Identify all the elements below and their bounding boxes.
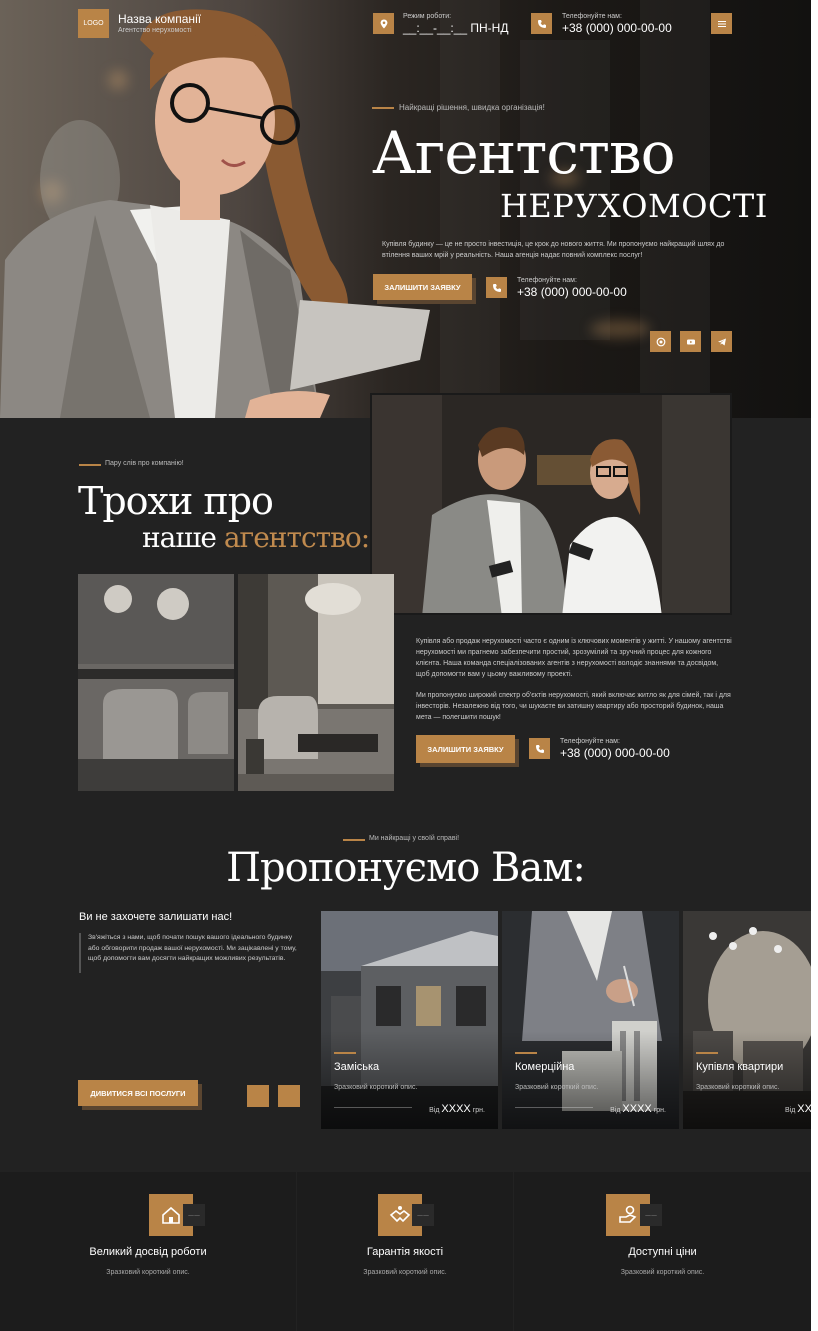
feature-badge: —— — [412, 1204, 434, 1226]
about-title-line2: наше агентство: — [142, 519, 370, 557]
card-accent-line — [696, 1052, 718, 1054]
feature-badge: —— — [183, 1204, 205, 1226]
about-title-white: наше — [142, 521, 224, 554]
services-title: Пропонуємо Вам: — [226, 845, 586, 891]
card-description: Зразковий короткий опис. — [515, 1084, 599, 1091]
slider-prev-button[interactable] — [247, 1085, 269, 1107]
hero-paragraph: Купівля будинку — це не просто інвестиці… — [382, 241, 725, 259]
whatsapp-icon[interactable] — [650, 331, 671, 352]
card-underline — [334, 1107, 412, 1108]
price-value: XXXX — [441, 1103, 471, 1115]
hero-title-line2: НЕРУХОМОСТІ — [500, 187, 768, 225]
hero-woman-image — [0, 9, 430, 418]
logo[interactable]: LOGO — [78, 9, 109, 38]
services-eyebrow-accent-line — [343, 839, 365, 841]
service-card[interactable]: Купівля квартири Зразковий короткий опис… — [683, 911, 811, 1129]
card-accent-line — [515, 1052, 537, 1054]
phone-number[interactable]: +38 (000) 000-00-00 — [562, 21, 672, 35]
menu-icon[interactable] — [711, 13, 732, 34]
card-title: Комерційна — [515, 1061, 575, 1073]
feature-title: Доступні ціни — [628, 1246, 697, 1258]
feature-prices: —— Доступні ціни Зразковий короткий опис… — [514, 1172, 811, 1331]
hero-title-line1: Агентство — [372, 119, 676, 187]
phone-icon[interactable] — [531, 13, 552, 34]
feature-quality: —— Гарантія якості Зразковий короткий оп… — [297, 1172, 513, 1331]
hero-eyebrow: Найкращі рішення, швидка організація! — [399, 103, 545, 112]
card-description: Зразковий короткий опис. — [696, 1084, 780, 1091]
feature-title: Гарантія якості — [366, 1246, 444, 1258]
about-paragraph-1: Купівля або продаж нерухомості часто є о… — [416, 638, 732, 678]
price-prefix: Від — [610, 1107, 621, 1114]
about-eyebrow-accent-line — [79, 464, 101, 466]
phone-label: Телефонуйте нам: — [562, 13, 622, 20]
price-value: XX — [797, 1103, 811, 1115]
hours-label: Режим роботи: — [403, 13, 452, 20]
phone-icon[interactable] — [486, 277, 507, 298]
interior-photo-1 — [78, 574, 234, 791]
card-accent-line — [334, 1052, 356, 1054]
service-card[interactable]: Комерційна Зразковий короткий опис. Від … — [502, 911, 679, 1129]
feature-description: Зразковий короткий опис. — [620, 1269, 705, 1276]
hours-value: __:__-__:__ ПН-НД — [403, 21, 509, 35]
card-price: Від XX — [785, 1103, 811, 1115]
interior-photo-2 — [238, 574, 394, 791]
telegram-icon[interactable] — [711, 331, 732, 352]
youtube-icon[interactable] — [680, 331, 701, 352]
card-description: Зразковий короткий опис. — [334, 1084, 418, 1091]
phone-icon[interactable] — [529, 738, 550, 759]
service-card[interactable]: Заміська Зразковий короткий опис. Від XX… — [321, 911, 498, 1129]
about-phone-label: Телефонуйте нам: — [560, 738, 620, 745]
feature-description: Зразковий короткий опис. — [363, 1269, 447, 1276]
eyebrow-accent-line — [372, 107, 394, 109]
card-price: Від XXXX грн. — [610, 1103, 666, 1115]
card-title: Купівля квартири — [696, 1061, 784, 1073]
price-suffix: грн. — [653, 1107, 666, 1114]
hero-section: LOGO Назва компанії Агентство нерухомост… — [0, 0, 811, 418]
price-prefix: Від — [429, 1107, 440, 1114]
view-all-services-button[interactable]: ДИВИТИСЯ ВСІ ПОСЛУГИ — [78, 1080, 198, 1106]
about-request-button[interactable]: ЗАЛИШИТИ ЗАЯВКУ — [416, 735, 515, 763]
card-price: Від XXXX грн. — [429, 1103, 485, 1115]
feature-experience: —— Великий досвід роботи Зразковий корот… — [0, 1172, 296, 1331]
services-subtitle: Ви не захочете залишати нас! — [79, 911, 233, 923]
company-name: Назва компанії — [118, 12, 202, 26]
company-subtitle: Агентство нерухомості — [118, 27, 192, 34]
hero-phone-label: Телефонуйте нам: — [517, 277, 577, 284]
team-photo — [370, 393, 732, 615]
hero-request-button[interactable]: ЗАЛИШИТИ ЗАЯВКУ — [373, 274, 472, 300]
feature-title: Великий досвід роботи — [89, 1246, 207, 1258]
price-value: XXXX — [622, 1103, 652, 1115]
about-title-gold: агентство: — [223, 521, 370, 554]
services-eyebrow: Ми найкращі у своїй справі! — [369, 835, 460, 842]
about-title-line1: Трохи про — [78, 479, 274, 523]
slider-next-button[interactable] — [278, 1085, 300, 1107]
location-pin-icon — [373, 13, 394, 34]
about-eyebrow: Пару слів про компанію! — [105, 460, 184, 467]
card-underline — [515, 1107, 593, 1108]
hero-phone-number[interactable]: +38 (000) 000-00-00 — [517, 285, 627, 299]
feature-description: Зразковий короткий опис. — [106, 1269, 190, 1276]
about-paragraph-2: Ми пропонуємо широкий спектр об'єктів не… — [416, 692, 731, 721]
about-phone-number[interactable]: +38 (000) 000-00-00 — [560, 746, 670, 760]
page: LOGO Назва компанії Агентство нерухомост… — [0, 0, 811, 1331]
price-prefix: Від — [785, 1107, 796, 1114]
price-suffix: грн. — [472, 1107, 485, 1114]
feature-badge: —— — [640, 1204, 662, 1226]
card-title: Заміська — [334, 1061, 380, 1073]
services-text: Зв'яжіться з нами, щоб почати пошук вашо… — [88, 934, 297, 962]
services-text-divider — [79, 933, 81, 973]
